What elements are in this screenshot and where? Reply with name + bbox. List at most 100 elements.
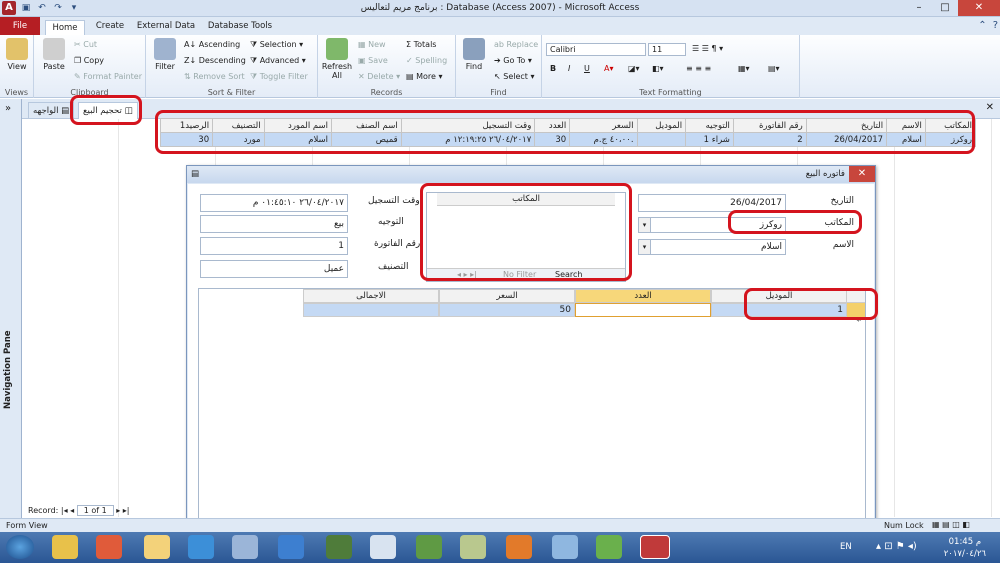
language-indicator[interactable]: EN [840,542,852,552]
tab-file[interactable]: File [0,17,40,35]
table-cell[interactable] [303,303,439,317]
paint-icon[interactable] [232,535,258,559]
goto-label: Go To [503,56,526,65]
ribbon-help-area: ⌃ ? [978,20,998,31]
clock[interactable]: 01:45 م ٢٠١٧/٠٤/٢٦ [944,536,986,560]
invoice-lines-grid[interactable]: الموديل العدد السعر الاجمالى 1 50 * [198,288,866,533]
filter-button[interactable]: Filter [150,38,180,71]
group-sort-filter: Filter A↓ Ascending Z↓ Descending ⇅ Remo… [146,35,318,98]
first-record-icon[interactable]: |◂ ◂ [61,506,77,515]
maximize-button[interactable]: □ [932,0,958,16]
spelling-button[interactable]: ✓ Spelling [406,56,447,65]
invoice-field[interactable]: 1 [200,237,348,255]
tray-icons[interactable]: ▴ ⊡ ⚑ ◂) [876,541,917,552]
copy-button[interactable]: ❐ Copy [74,56,104,65]
underline-button[interactable]: U [584,64,590,73]
tab-create[interactable]: Create [92,19,128,35]
notes-icon[interactable] [460,535,486,559]
media-player-icon[interactable] [96,535,122,559]
italic-button[interactable]: I [568,64,570,73]
more-label: More [416,72,436,81]
dropdown-arrow-icon[interactable]: ▾ [639,240,651,254]
select-label: Select [503,72,528,81]
category-field[interactable]: عميل [200,260,348,278]
font-size-box[interactable]: 11 [648,43,686,56]
binoculars-icon [463,38,485,60]
app-icon[interactable] [188,535,214,559]
mosque-icon[interactable] [416,535,442,559]
view-button[interactable]: View [4,38,30,71]
toggle-filter-button[interactable]: ⧩ Toggle Filter [250,72,308,82]
align-icons[interactable]: ≡ ≡ ≡ [686,64,711,73]
direction-label: التوجيه [378,217,404,227]
table-cell[interactable]: 50 [439,303,575,317]
collapse-ribbon-icon[interactable]: ⌃ [978,20,986,31]
font-color-icon[interactable]: A▾ [604,64,614,73]
firefox-icon[interactable] [506,535,532,559]
sort-filter-group-label: Sort & Filter [207,88,256,97]
vb-icon[interactable] [370,535,396,559]
close-document-icon[interactable]: ✕ [986,102,994,113]
book-icon[interactable] [552,535,578,559]
paste-button[interactable]: Paste [40,38,68,71]
descending-button[interactable]: Z↓ Descending [184,56,246,65]
fill-color-icon[interactable]: ◪▾ [628,64,640,73]
font-name-box[interactable]: Calibri [546,43,646,56]
fill-icon[interactable]: ◧▾ [652,64,664,73]
tab-external-data[interactable]: External Data [136,19,196,35]
find-button[interactable]: Find [460,38,488,71]
time-label: وقت التسجيل [368,196,420,206]
refresh-all-button[interactable]: Refresh All [320,38,354,80]
quran-icon[interactable] [326,535,352,559]
ascending-button[interactable]: A↓ Ascending [184,40,240,49]
delete-label: Delete [367,72,394,81]
totals-button[interactable]: Σ Totals [406,40,436,49]
ribbon-tabs: File Home Create External Data Database … [0,17,1000,36]
views-group-label: Views [4,88,29,97]
goto-button[interactable]: ➔ Go To ▾ [494,56,532,65]
minimize-button[interactable]: – [906,0,932,16]
next-record-icon[interactable]: ▸ ▸| [116,506,129,515]
tab-home[interactable]: Home [45,20,85,36]
col-header[interactable]: السعر [439,289,575,303]
explorer-icon[interactable] [144,535,170,559]
remove-sort-button[interactable]: ⇅ Remove Sort [184,72,245,81]
advanced-button[interactable]: ⧩ Advanced ▾ [250,56,306,66]
start-button-icon[interactable] [6,535,34,559]
close-button[interactable]: ✕ [958,0,1000,16]
time-field[interactable]: ٢٦/٠٤/٢٠١٧ ٠١:٤٥:١٠ م [200,194,348,212]
help-icon[interactable]: ? [993,20,998,31]
tab-database-tools[interactable]: Database Tools [204,19,276,35]
nav-pane-toggle-icon[interactable]: » [5,103,11,114]
status-bar: Form View Num Lock ▦ ▤ ◫ ◧ [0,518,1000,532]
replace-button[interactable]: ab Replace [494,40,538,49]
record-position[interactable]: 1 of 1 [76,505,114,516]
bold-button[interactable]: B [550,64,556,73]
table-cell[interactable] [575,303,711,317]
col-header[interactable]: العدد [575,289,711,303]
access-taskbar-icon[interactable] [640,535,670,559]
dialog-close-button[interactable]: ✕ [849,166,875,182]
find-label: Find [465,62,483,71]
col-header[interactable]: الاجمالى [303,289,439,303]
gridlines-icon[interactable]: ▦▾ [738,64,750,73]
games-icon[interactable] [596,535,622,559]
toggle-filter-label: Toggle Filter [259,72,308,81]
dropdown-arrow-icon[interactable]: ▾ [639,218,651,232]
cut-button[interactable]: ✂ Cut [74,40,97,49]
direction-field[interactable]: بيع [200,215,348,233]
select-button[interactable]: ↖ Select ▾ [494,72,535,81]
name-combo[interactable]: ▾ اسلام [638,239,786,255]
alt-row-color-icon[interactable]: ▤▾ [768,64,780,73]
save-record-button[interactable]: ▣ Save [358,56,388,65]
view-switch-icons[interactable]: ▦ ▤ ◫ ◧ [932,520,970,529]
navigation-pane[interactable]: » Navigation Pane [0,99,22,518]
ie-icon[interactable] [278,535,304,559]
chrome-icon[interactable] [52,535,78,559]
format-painter-button[interactable]: ✎ Format Painter [74,72,142,81]
selection-button[interactable]: ⧩ Selection ▾ [250,40,303,50]
more-button[interactable]: ▤ More ▾ [406,72,443,81]
new-record-button[interactable]: ▦ New [358,40,386,49]
tab-wajeha[interactable]: الواجهه ▤ [28,102,75,119]
delete-record-button[interactable]: ✕ Delete ▾ [358,72,400,81]
